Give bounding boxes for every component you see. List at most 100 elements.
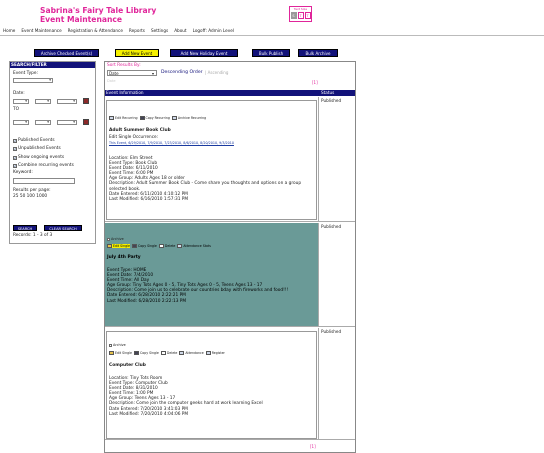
ascending-link[interactable]: | Ascending <box>205 70 228 75</box>
to-day-select[interactable]: ▾ <box>35 120 51 125</box>
delete-button[interactable]: Delete <box>160 351 177 355</box>
results-per-page-options[interactable]: 25 50 100 1000 <box>13 194 47 199</box>
page-title: Event Maintenance <box>40 15 123 24</box>
calendar-icon[interactable] <box>83 119 89 125</box>
menu-item-registration[interactable]: Registration & Attendance <box>65 27 126 35</box>
event-details: Location: Elm Street Event Type: Book Cl… <box>109 156 302 202</box>
delete-icon <box>160 351 166 355</box>
results-per-page-label: Results per page: <box>13 188 51 193</box>
event-actions: Edit Single Copy Single Delete Attendanc… <box>107 244 211 248</box>
from-day-select[interactable]: ▾ <box>35 99 51 104</box>
toolbar: Archive Checked Event(s) Add New Event A… <box>0 49 544 59</box>
event-type-label: Event Type: <box>13 71 38 76</box>
event-type-select[interactable]: ▾ <box>13 78 53 83</box>
combine-recurring-checkbox[interactable]: ✓ Combine recurring events <box>13 163 74 168</box>
table-row: Published Archive Edit Single Copy Singl… <box>105 328 355 440</box>
text-size-large-button[interactable]: T <box>304 12 311 19</box>
copy-icon <box>139 116 145 120</box>
to-label: TO <box>13 107 20 112</box>
text-size-control: Text Size S T T <box>289 6 312 22</box>
main-menu: Home Event Maintenance Registration & At… <box>0 27 544 36</box>
archive-checkbox[interactable]: Archive <box>109 343 126 347</box>
event-details: Event Type: HOME Event Date: 7/4/2010 Ev… <box>107 268 289 304</box>
site-header: Sabrina's Fairy Tale Library Event Maint… <box>40 6 156 24</box>
stats-icon <box>177 244 183 248</box>
menu-item-logoff[interactable]: Logoff: Admin Level <box>190 27 237 35</box>
col-event-info: Event Information <box>106 90 144 95</box>
events-panel: Sort Results By: Date ▾ Descending Order … <box>104 61 356 453</box>
from-year-select[interactable]: ▾ <box>57 99 77 104</box>
keyword-label: Keyword: <box>13 170 33 175</box>
event-title: July 4th Party <box>107 255 141 260</box>
sort-controls: Sort Results By: Date ▾ Descending Order … <box>105 62 355 90</box>
event-title: Computer Club <box>109 363 146 368</box>
event-title: Adult Summer Book Club <box>109 128 171 133</box>
sort-date-hint: Date <box>107 79 116 83</box>
sort-select[interactable]: Date ▾ <box>107 70 157 76</box>
attendance-stats-button[interactable]: Attendance Stats <box>177 244 211 248</box>
edit-icon <box>109 116 114 120</box>
archive-recurring-button[interactable]: Archive Recurring <box>171 116 206 120</box>
pager-bottom[interactable]: [1] <box>310 444 316 449</box>
bulk-archive-button[interactable]: Bulk Archive <box>298 49 338 57</box>
event-card: Archive Edit Single Copy Single Delete A… <box>106 331 317 439</box>
pencil-icon <box>107 244 112 248</box>
sort-label: Sort Results By: <box>107 63 141 68</box>
table-row: Published Edit Recurring Copy Recurring … <box>105 97 355 222</box>
attendance-icon <box>179 351 185 355</box>
edit-single-label: Edit Single Occurrence: <box>109 134 158 139</box>
edit-recurring-button[interactable]: Edit Recurring <box>109 116 138 120</box>
menu-item-about[interactable]: About <box>171 27 189 35</box>
event-actions: Edit Single Copy Single Delete Attendanc… <box>109 351 225 355</box>
edit-single-button[interactable]: Edit Single <box>109 351 132 355</box>
to-month-select[interactable]: ▾ <box>13 120 29 125</box>
to-year-select[interactable]: ▾ <box>57 120 77 125</box>
search-filter-title: SEARCH/FILTER <box>10 62 95 68</box>
copy-icon <box>132 244 137 248</box>
register-button[interactable]: Register <box>205 351 225 355</box>
attendance-button[interactable]: Attendance <box>179 351 204 355</box>
bulk-publish-button[interactable]: Bulk Publish <box>252 49 290 57</box>
ongoing-checkbox[interactable]: ✓ Show ongoing events <box>13 155 64 160</box>
from-month-select[interactable]: ▾ <box>13 99 29 104</box>
copy-recurring-button[interactable]: Copy Recurring <box>139 116 170 120</box>
event-card: Edit Recurring Copy Recurring Archive Re… <box>106 100 317 220</box>
text-size-medium-button[interactable]: T <box>297 12 304 19</box>
copy-icon <box>134 351 139 355</box>
status-badge: Published <box>321 224 342 229</box>
calendar-icon[interactable] <box>83 98 89 104</box>
menu-item-event-maintenance[interactable]: Event Maintenance <box>18 27 64 35</box>
menu-item-home[interactable]: Home <box>0 27 18 35</box>
table-header: Event Information Status <box>105 90 355 96</box>
records-count: Records: 1 - 3 of 3 <box>13 233 53 238</box>
text-size-small-button[interactable]: S <box>290 12 297 19</box>
status-badge: Published <box>321 98 342 103</box>
archive-checked-button[interactable]: Archive Checked Event(s) <box>34 49 99 57</box>
archive-checkbox[interactable]: Archive <box>107 237 124 241</box>
status-badge: Published <box>321 329 342 334</box>
delete-button[interactable]: Delete <box>158 244 175 248</box>
delete-icon <box>158 244 164 248</box>
table-row: Published Archive Edit Single Copy Singl… <box>105 223 355 327</box>
menu-item-settings[interactable]: Settings <box>148 27 171 35</box>
add-new-event-button[interactable]: Add New Event <box>115 49 159 57</box>
menu-item-reports[interactable]: Reports <box>126 27 148 35</box>
copy-single-button[interactable]: Copy Single <box>134 351 159 355</box>
published-checkbox[interactable]: ✓ Published Events <box>13 138 55 143</box>
unpublished-checkbox[interactable]: ✓ Unpublished Events <box>13 146 61 151</box>
edit-single-button[interactable]: Edit Single <box>107 244 130 248</box>
descending-link[interactable]: Descending Order <box>161 70 203 75</box>
search-filter-panel: SEARCH/FILTER Event Type: ▾ Date: ▾ ▾ ▾ … <box>9 61 96 244</box>
event-details: Location: Tiny Tots Room Event Type: Com… <box>109 376 263 417</box>
occurrence-links[interactable]: This Event, 6/29/2010, 7/9/2010, 7/23/20… <box>109 141 234 145</box>
pager-top[interactable]: [1] <box>312 80 318 85</box>
copy-single-button[interactable]: Copy Single <box>132 244 157 248</box>
clear-search-button[interactable]: CLEAR SEARCH <box>44 225 82 231</box>
pencil-icon <box>109 351 114 355</box>
keyword-input[interactable] <box>13 178 75 184</box>
library-name: Sabrina's Fairy Tale Library <box>40 6 157 15</box>
date-label: Date: <box>13 91 25 96</box>
add-holiday-event-button[interactable]: Add New Holiday Event <box>170 49 238 57</box>
archive-icon <box>171 116 177 120</box>
search-button[interactable]: SEARCH <box>13 225 37 231</box>
